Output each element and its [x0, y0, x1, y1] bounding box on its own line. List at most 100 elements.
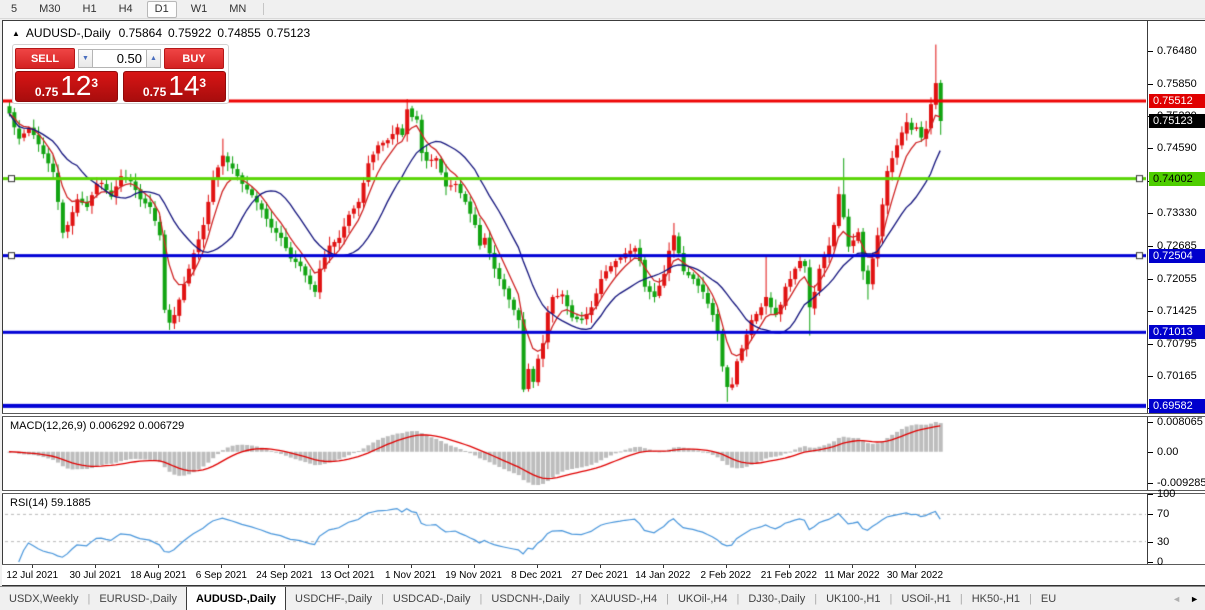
price-tick-mark: [1148, 84, 1153, 85]
trading-terminal: 5M30H1H4D1W1MN ▲ AUDUSD-,Daily 0.75864 0…: [0, 0, 1205, 610]
rsi-tick-label: 100: [1157, 488, 1205, 500]
price-tick-mark: [1148, 51, 1153, 52]
date-tick-mark: [411, 565, 412, 568]
price-tick-mark: [1148, 376, 1153, 377]
date-label: 2 Feb 2022: [700, 570, 751, 581]
chevron-up-icon: ▲: [150, 55, 157, 62]
rsi-panel-canvas[interactable]: [3, 494, 1146, 564]
date-label: 1 Nov 2021: [385, 570, 436, 581]
date-label: 30 Mar 2022: [887, 570, 943, 581]
ohlc-close: 0.75123: [267, 26, 310, 40]
buy-button[interactable]: BUY: [164, 48, 224, 69]
date-label: 13 Oct 2021: [320, 570, 374, 581]
rsi-tick-mark: [1148, 562, 1153, 563]
date-tick-mark: [600, 565, 601, 568]
buy-price-pip: 3: [199, 70, 206, 96]
date-tick-mark: [852, 565, 853, 568]
date-tick-mark: [474, 565, 475, 568]
timeframe-button-m30[interactable]: M30: [31, 1, 68, 18]
rsi-tick-mark: [1148, 494, 1153, 495]
sell-button[interactable]: SELL: [15, 48, 75, 69]
volume-decrease-button[interactable]: ▼: [78, 49, 93, 68]
price-tick-label: 0.70795: [1157, 338, 1205, 350]
tab-scroll-left-icon[interactable]: ◄: [1172, 594, 1181, 604]
symbol-tab-uk100-h1[interactable]: UK100-,H1: [817, 587, 889, 610]
date-label: 12 Jul 2021: [6, 570, 58, 581]
date-tick-mark: [663, 565, 664, 568]
rsi-header: RSI(14) 59.1885: [10, 497, 91, 509]
symbol-tab-usdcad-daily[interactable]: USDCAD-,Daily: [384, 587, 480, 610]
symbol-tab-usdcnh-daily[interactable]: USDCNH-,Daily: [482, 587, 578, 610]
timeframe-button-w1[interactable]: W1: [183, 1, 216, 18]
buy-price-prefix: 0.75: [143, 85, 166, 99]
ohlc-high: 0.75922: [168, 26, 211, 40]
rsi-tick-label: 70: [1157, 508, 1205, 520]
macd-tick-label: 0.008065: [1157, 416, 1205, 428]
symbol-tab-ukoil-h4[interactable]: UKOil-,H4: [669, 587, 737, 610]
price-tick-label: 0.76480: [1157, 45, 1205, 57]
date-tick-mark: [915, 565, 916, 568]
sell-price-big: 12: [60, 73, 91, 99]
price-tick-mark: [1148, 246, 1153, 247]
toolbar-separator: [263, 3, 264, 15]
symbol-label: AUDUSD-,Daily: [26, 26, 111, 40]
symbol-tab-hk50-h1[interactable]: HK50-,H1: [963, 587, 1029, 610]
volume-input[interactable]: 0.50: [93, 49, 146, 68]
buy-price-button[interactable]: 0.75 14 3: [123, 71, 226, 102]
timeframe-button-d1[interactable]: D1: [147, 1, 177, 18]
date-tick-mark: [158, 565, 159, 568]
collapse-panel-icon[interactable]: ▲: [12, 29, 20, 38]
symbol-tab-eurusd-daily[interactable]: EURUSD-,Daily: [90, 587, 186, 610]
date-axis[interactable]: 12 Jul 202130 Jul 202118 Aug 20216 Sep 2…: [2, 565, 1147, 585]
ohlc-low: 0.74855: [217, 26, 260, 40]
current-price-badge: 0.75123: [1149, 114, 1205, 128]
sell-price-pip: 3: [91, 70, 98, 96]
date-label: 18 Aug 2021: [130, 570, 186, 581]
date-label: 14 Jan 2022: [635, 570, 690, 581]
price-level-badge: 0.75512: [1149, 94, 1205, 108]
price-tick-mark: [1148, 213, 1153, 214]
symbol-tab-dj30-daily[interactable]: DJ30-,Daily: [739, 587, 814, 610]
date-label: 30 Jul 2021: [69, 570, 121, 581]
date-tick-mark: [32, 565, 33, 568]
symbol-tabbar: USDX,Weekly|EURUSD-,DailyAUDUSD-,DailyUS…: [0, 586, 1205, 610]
buy-price-big: 14: [168, 73, 199, 99]
symbol-tab-eu[interactable]: EU: [1032, 587, 1065, 610]
rsi-tick-label: 0: [1157, 556, 1205, 568]
date-tick-mark: [726, 565, 727, 568]
chevron-down-icon: ▼: [82, 55, 89, 62]
date-tick-mark: [284, 565, 285, 568]
price-level-badge: 0.72504: [1149, 249, 1205, 263]
macd-tick-mark: [1148, 483, 1153, 484]
price-tick-label: 0.70165: [1157, 370, 1205, 382]
date-label: 19 Nov 2021: [445, 570, 502, 581]
timeframe-button-h4[interactable]: H4: [111, 1, 141, 18]
price-level-badge: 0.69582: [1149, 399, 1205, 413]
sell-price-button[interactable]: 0.75 12 3: [15, 71, 118, 102]
date-label: 21 Feb 2022: [761, 570, 817, 581]
macd-tick-label: 0.00: [1157, 446, 1205, 458]
rsi-tick-mark: [1148, 514, 1153, 515]
price-tick-label: 0.75850: [1157, 78, 1205, 90]
timeframe-button-mn[interactable]: MN: [221, 1, 254, 18]
volume-increase-button[interactable]: ▲: [146, 49, 161, 68]
date-tick-mark: [537, 565, 538, 568]
panel-splitter-rsi[interactable]: [2, 490, 1205, 494]
timeframe-button-h1[interactable]: H1: [75, 1, 105, 18]
timeframe-button-5[interactable]: 5: [3, 1, 25, 18]
symbol-tab-audusd-daily[interactable]: AUDUSD-,Daily: [186, 586, 286, 610]
symbol-tab-usdchf-daily[interactable]: USDCHF-,Daily: [286, 587, 381, 610]
price-tick-mark: [1148, 279, 1153, 280]
symbol-tab-xauusd-h4[interactable]: XAUUSD-,H4: [581, 587, 666, 610]
date-label: 8 Dec 2021: [511, 570, 562, 581]
date-tick-mark: [95, 565, 96, 568]
symbol-tab-usdx-weekly[interactable]: USDX,Weekly: [0, 587, 87, 610]
panel-splitter-macd[interactable]: [2, 413, 1205, 417]
tab-scroll-right-icon[interactable]: ►: [1190, 594, 1199, 604]
price-tick-label: 0.74590: [1157, 142, 1205, 154]
sell-price-prefix: 0.75: [35, 85, 58, 99]
one-click-trade-panel: SELL ▼ 0.50 ▲ BUY 0.75 12 3 0.75 14 3: [12, 44, 229, 104]
price-tick-mark: [1148, 344, 1153, 345]
symbol-tab-usoil-h1[interactable]: USOil-,H1: [892, 587, 960, 610]
price-tick-label: 0.72055: [1157, 273, 1205, 285]
